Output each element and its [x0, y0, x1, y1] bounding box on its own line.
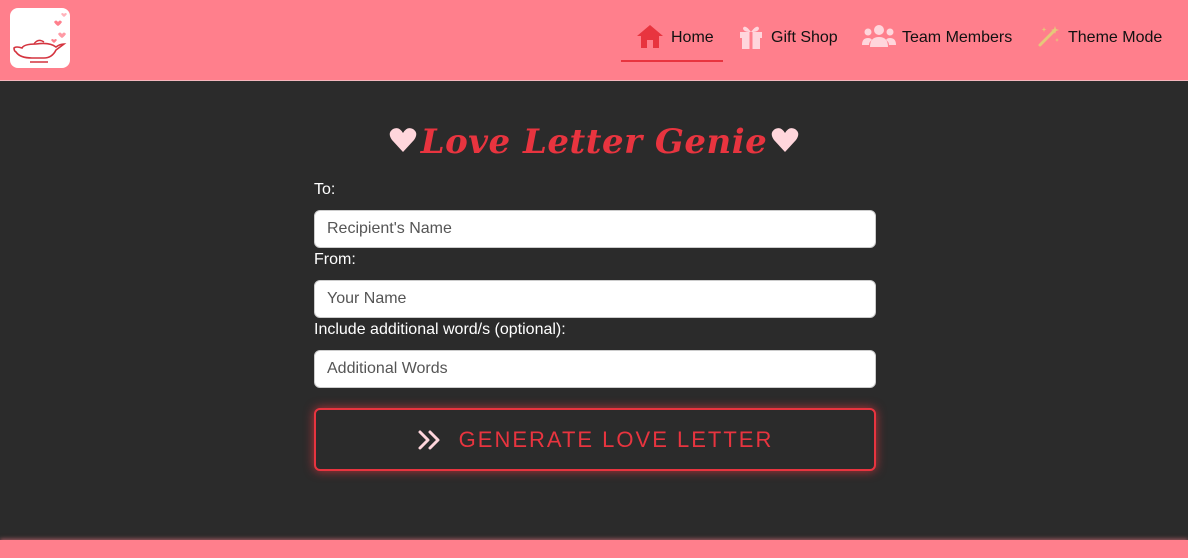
nav-gift-shop-label: Gift Shop — [771, 29, 838, 46]
nav-team-members[interactable]: Team Members — [862, 20, 1012, 62]
heart-icon — [771, 127, 799, 158]
footer-bar — [0, 540, 1188, 558]
top-navbar: Home Gift Shop Team Members Theme Mode — [0, 0, 1188, 81]
wand-icon — [1036, 23, 1062, 54]
home-icon — [635, 23, 665, 54]
additional-words-input[interactable] — [314, 350, 876, 388]
genie-lamp-logo[interactable] — [10, 8, 70, 68]
nav-home-label: Home — [671, 29, 714, 46]
heart-icon — [389, 127, 417, 158]
from-label: From: — [314, 251, 356, 268]
to-label: To: — [314, 181, 336, 198]
recipient-name-input[interactable] — [314, 210, 876, 248]
gift-icon — [737, 22, 765, 55]
generate-button-label: GENERATE LOVE LETTER — [458, 426, 774, 452]
page-title: Love Letter Genie — [420, 122, 768, 162]
users-icon — [862, 23, 896, 54]
additional-words-label: Include additional word/s (optional): — [314, 321, 566, 338]
genie-lamp-icon — [13, 13, 67, 63]
nav-team-members-label: Team Members — [902, 29, 1013, 46]
nav-theme-mode-label: Theme Mode — [1068, 29, 1163, 46]
page-title-row: Love Letter Genie — [0, 118, 1188, 166]
nav-gift-shop[interactable]: Gift Shop — [737, 20, 838, 62]
nav-home[interactable]: Home — [621, 20, 723, 62]
double-chevron-right-icon — [417, 429, 443, 451]
your-name-input[interactable] — [314, 280, 876, 318]
nav-theme-mode[interactable]: Theme Mode — [1036, 20, 1162, 62]
generate-love-letter-button[interactable]: GENERATE LOVE LETTER — [314, 408, 876, 471]
